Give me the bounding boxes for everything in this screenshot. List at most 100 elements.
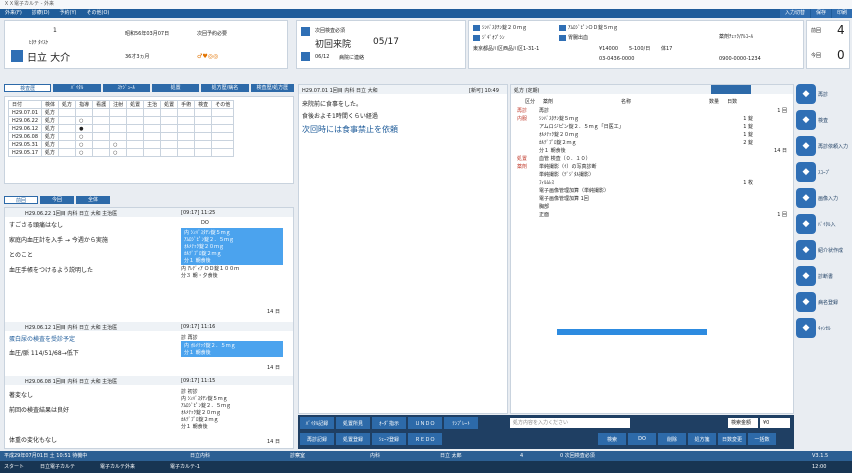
taskbar: スタート 日立電子カルテ 電子カルテ外来 電子カルテ-1 12:00 [0,461,852,473]
order-title: 処方 (定期) [514,88,540,94]
tool-label: 再診依頼入力 [818,143,849,150]
order-row[interactable]: ｵﾙﾒﾃｯｸ錠２０ｍｇ 1 錠 [517,131,789,139]
status-num: 4 [520,453,524,459]
note-line: 血圧手帳をつけるよう説明した [9,267,94,274]
tab-vital[interactable]: ﾊﾞｲﾀﾙ [53,84,101,92]
right-tool-button[interactable]: ◆ ｽｺｰﾌﾟ [796,162,850,182]
vital-record-button[interactable]: ﾊﾞｲﾀﾙ記録 [300,417,334,429]
tab-exam[interactable]: 検査歴 [4,84,52,92]
delete-button[interactable]: 削除 [658,433,686,445]
search-button[interactable]: 検索 [598,433,626,445]
order-name: 胸部 [539,204,550,210]
right-tool-button[interactable]: ◆ 再診 [796,84,850,104]
treatment-button[interactable]: 処置登録 [336,433,370,445]
findings-button[interactable]: 処置所見 [336,417,370,429]
order-row[interactable]: ﾌｨﾙﾑﾚｽ 1 枚 [517,179,789,187]
order-qty [719,107,753,115]
taskbar-app1[interactable]: 日立電子カルテ [40,461,75,473]
rx-days: 14 日 [267,439,280,445]
order-row[interactable]: 薬剤 単純撮影（ｲ）の写真診断 [517,163,789,171]
right-tool-button[interactable]: ◆ 画像入力 [796,188,850,208]
right-tool-button[interactable]: ◆ 紹介状作成 [796,240,850,260]
record-button[interactable]: 再診記録 [300,433,334,445]
undo-button[interactable]: ＵＮＤＯ [408,417,442,429]
weight: 体17 [661,46,673,52]
order-row[interactable]: 電子画像管理加算 1回 [517,195,789,203]
soap-line[interactable]: 食後およそ1時間くらい経過 [302,111,378,120]
order-qty [719,155,753,163]
notes-panel: H29.06.22 1回目 内科 日立 大和 主治医 [09:17] 11:25… [4,207,294,449]
right-tool-button[interactable]: ◆ 病名登録 [796,292,850,312]
addr: 東京都品川区西品川区1-31-1 [473,46,540,52]
order-row[interactable]: 正面 1 回 [517,211,789,219]
order-row[interactable]: 胸部 [517,203,789,211]
order-cat [517,147,539,155]
note-line: 著変なし [9,392,34,399]
right-tool-button[interactable]: ◆ 再診依頼入力 [796,136,850,156]
bulk-button[interactable]: 一括数 [748,433,776,445]
table-row[interactable]: H29.06.12 処方 ● [7,124,235,133]
soap-line[interactable]: 次回時には食事禁止を依頼 [302,124,398,135]
order-row[interactable]: 処置 血管 検査（０．１０） [517,155,789,163]
rx-input[interactable]: 処方内容を入力ください [510,418,630,428]
status-state: 診察室 [290,453,306,459]
order-row[interactable]: 単純撮影（ﾃﾞｼﾞﾀﾙ撮影） [517,171,789,179]
table-row[interactable]: H29.07.01 処方 [7,108,235,117]
tool-icon: ◆ [796,214,816,234]
order-cat [517,211,539,219]
visit-title: 次回検査必須 [315,28,346,34]
order-qty [719,195,753,203]
taskbar-app3[interactable]: 電子カルテ-1 [170,461,200,473]
taskbar-app2[interactable]: 電子カルテ外来 [100,461,135,473]
days-change-button[interactable]: 日数変更 [718,433,746,445]
table-row[interactable]: H29.05.17 処方 ○ ○ [7,148,235,157]
template-button[interactable]: ﾃﾝﾌﾟﾚｰﾄ [444,417,478,429]
right-tool-button[interactable]: ◆ 検査 [796,110,850,130]
table-row[interactable]: H29.06.08 処方 ○ [7,132,235,141]
schema-button[interactable]: ｼｪｰﾏ登録 [372,433,406,445]
right-tool-button[interactable]: ◆ ｷｬﾝｾﾙ [796,318,850,338]
tab-exam-rx[interactable]: 検査歴/処方歴 [250,84,294,92]
order-row[interactable]: ｶﾙﾃﾞﾌﾟﾛ錠２ｍｇ 2 錠 [517,139,789,147]
order-qty [719,147,753,155]
print-button[interactable]: 印刷 [831,9,852,18]
tab-prev[interactable]: 前回 [4,196,38,204]
order-days [753,155,787,163]
tab-schedule[interactable]: ｽｹｼﾞｭｰﾙ [102,84,150,92]
save-button[interactable]: 保存 [810,9,831,18]
order-mode-button[interactable] [711,85,751,94]
tab-all[interactable]: 全体 [76,196,110,204]
order-selection-bar[interactable] [557,329,707,335]
soap-line[interactable]: 来院前に食事をした。 [302,99,362,108]
order-row[interactable]: 内服 ｼﾝﾊﾞｽﾀﾁﾝ錠５ｍｇ 1 錠 [517,115,789,123]
note-header-text: H29.06.22 1回目 内科 日立 大和 主治医 [25,211,118,217]
do-button[interactable]: DO [628,433,656,445]
start-button[interactable]: スタート [4,461,24,473]
tab-procedure[interactable]: 処置 [151,84,200,92]
history-panel: 日付 検体 処方 指導 看護 注射 処置 主治 処置 手術 検査 その他 H29.07.01 処方 H2… [4,96,294,184]
right-tool-button[interactable]: ◆ 診断書 [796,266,850,286]
menu-other[interactable]: その他(O) [82,9,115,18]
lower-tabs: 前回 今回 全体 [4,196,110,204]
menu-outpatient[interactable]: 外来(F) [0,9,27,18]
order-button[interactable]: ｵｰﾀﾞ指示 [372,417,406,429]
table-row[interactable]: H29.06.22 処方 ○ [7,116,235,125]
order-cat: 薬剤 [517,164,528,170]
order-row[interactable]: 再診 再診 1 回 [517,107,789,115]
order-row[interactable]: 分１ 朝食後 14 日 [517,147,789,155]
tab-current[interactable]: 今回 [40,196,74,204]
menu-consult[interactable]: 診療(D) [27,9,55,18]
right-tool-button[interactable]: ◆ ﾊﾞｲﾀﾙ入 [796,214,850,234]
tab-rx[interactable]: 処方歴/病名 [201,84,249,92]
order-name: 電子画像管理加算（単純撮影） [539,188,610,194]
menu-reserve[interactable]: 予約(Y) [55,9,82,18]
table-row[interactable]: H29.05.31 処方 ○ ○ [7,140,235,149]
order-cat [517,203,539,211]
amount-label: 検索金額 [728,418,758,428]
order-row[interactable]: 電子画像管理加算（単純撮影） [517,187,789,195]
order-row[interactable]: アムロジピン錠２．５ｍｇ「日医工」 1 錠 [517,123,789,131]
redo-button[interactable]: ＲＥＤＯ [408,433,442,445]
switch-input-button[interactable]: 入力切替 [779,9,810,18]
order-days [753,131,787,139]
prescription-button[interactable]: 処方箋 [688,433,716,445]
